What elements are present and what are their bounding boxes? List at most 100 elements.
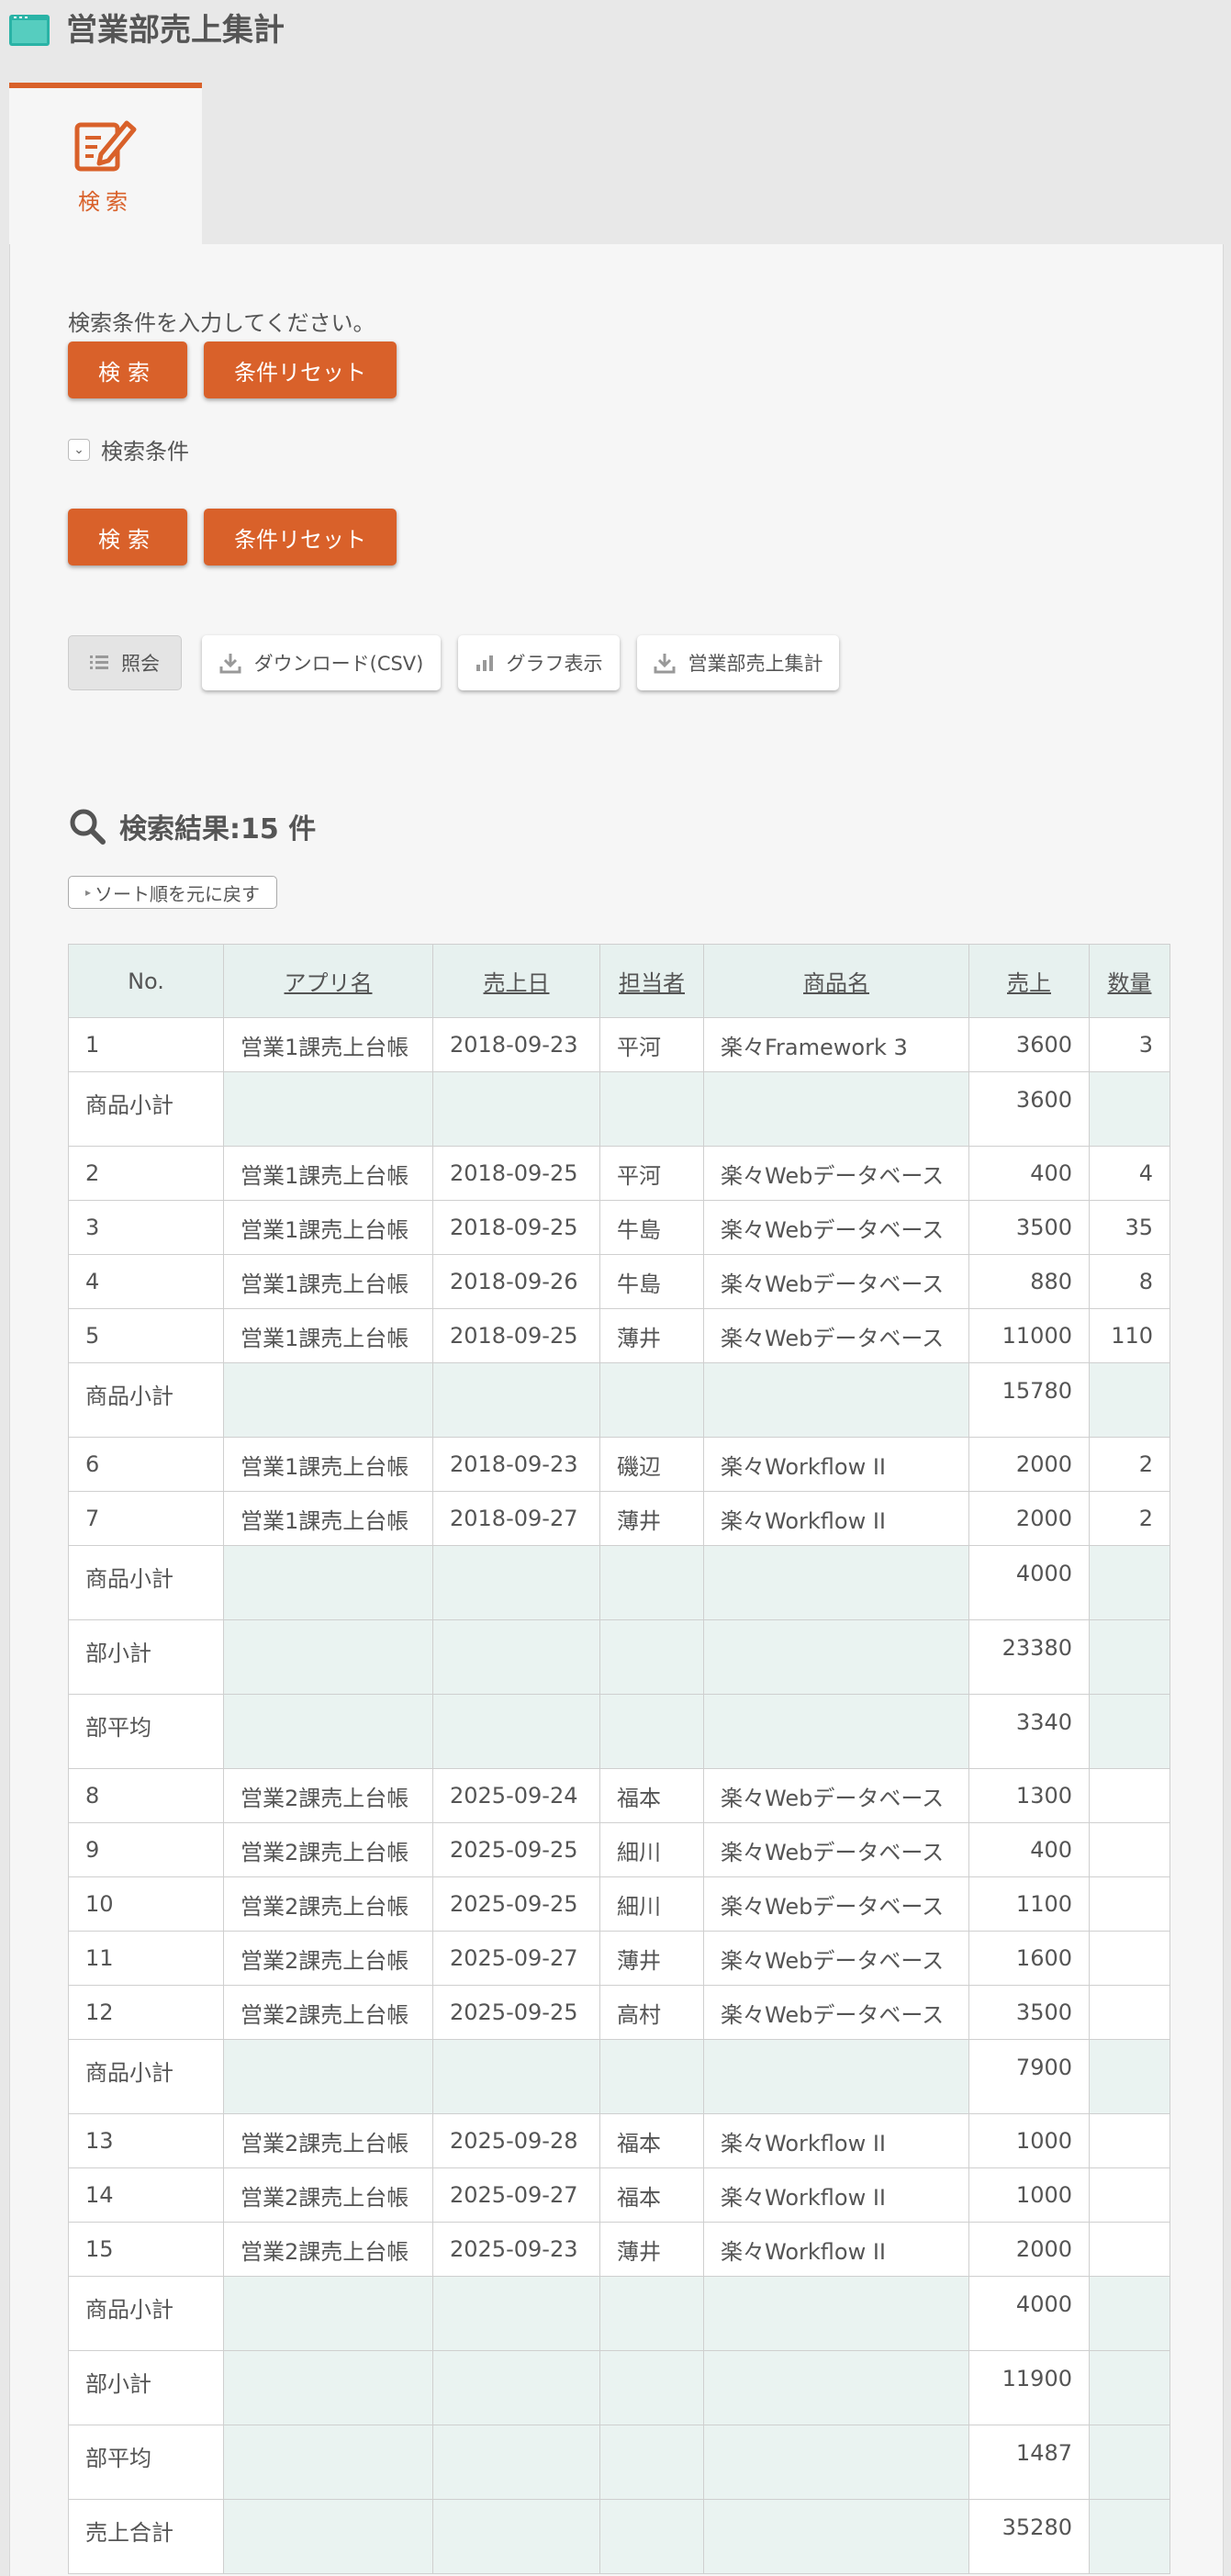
cell-sales: 3500: [968, 1985, 1090, 2040]
tab-search[interactable]: 検索: [9, 83, 202, 246]
subtotal-row: 部平均 3340: [68, 1694, 1170, 1769]
page-title: 営業部売上集計: [66, 12, 285, 49]
cell-app: 営業1課売上台帳: [223, 1254, 433, 1309]
tab-search-label: 検索: [78, 189, 133, 215]
table-row: 15 営業2課売上台帳 2025-09-23 薄井 楽々Workflow II 2000: [68, 2222, 1170, 2277]
cell-app: 営業1課売上台帳: [223, 1200, 433, 1255]
subtotal-empty-cell: [1089, 2276, 1170, 2351]
table-header-row: No. アプリ名 売上日 担当者 商品名 売上 数量: [68, 944, 1170, 1018]
subtotal-empty-cell: [703, 2276, 969, 2351]
subtotal-empty-cell: [599, 1362, 704, 1438]
cell-date: 2025-09-24: [432, 1768, 600, 1823]
cell-person: 福本: [599, 2113, 704, 2168]
sort-reset-button[interactable]: ▸ ソート順を元に戻す: [68, 876, 277, 909]
column-header-date[interactable]: 売上日: [432, 944, 600, 1018]
cell-date: 2018-09-26: [432, 1254, 600, 1309]
cell-qty: [1089, 1822, 1170, 1877]
cell-app: 営業1課売上台帳: [223, 1146, 433, 1201]
cell-person: 福本: [599, 2167, 704, 2223]
search-button[interactable]: 検索: [68, 342, 187, 398]
cell-no: 1: [68, 1017, 224, 1072]
column-header-app[interactable]: アプリ名: [223, 944, 433, 1018]
subtotal-empty-cell: [432, 2276, 600, 2351]
table-row: 5 営業1課売上台帳 2018-09-25 薄井 楽々Webデータベース 11000 110: [68, 1308, 1170, 1363]
subtotal-empty-cell: [703, 1071, 969, 1147]
subtotal-empty-cell: [599, 2499, 704, 2574]
subtotal-empty-cell: [432, 1694, 600, 1769]
cell-product: 楽々Workflow II: [703, 1491, 969, 1546]
subtotal-empty-cell: [1089, 1619, 1170, 1695]
subtotal-empty-cell: [1089, 1694, 1170, 1769]
search-conditions-toggle[interactable]: ⌄ 検索条件: [68, 433, 189, 465]
subtotal-empty-cell: [599, 1619, 704, 1695]
download-csv-button[interactable]: ダウンロード(CSV): [202, 635, 441, 690]
cell-app: 営業1課売上台帳: [223, 1017, 433, 1072]
subtotal-empty-cell: [1089, 1545, 1170, 1620]
search-button-bottom[interactable]: 検索: [68, 509, 187, 566]
cell-sales: 1600: [968, 1931, 1090, 1986]
cell-date: 2018-09-25: [432, 1200, 600, 1255]
column-header-product[interactable]: 商品名: [703, 944, 969, 1018]
cell-app: 営業2課売上台帳: [223, 1985, 433, 2040]
view-button[interactable]: 照会: [68, 635, 182, 690]
cell-person: 磯辺: [599, 1437, 704, 1492]
cell-no: 8: [68, 1768, 224, 1823]
cell-sales: 1000: [968, 2113, 1090, 2168]
cell-product: 楽々Webデータベース: [703, 1768, 969, 1823]
graph-button[interactable]: グラフ表示: [458, 635, 620, 690]
subtotal-row: 商品小計 4000: [68, 2276, 1170, 2351]
cell-sales: 1000: [968, 2167, 1090, 2223]
subtotal-label: 部平均: [68, 2425, 224, 2500]
subtotal-empty-cell: [223, 1545, 433, 1620]
column-header-sales[interactable]: 売上: [968, 944, 1090, 1018]
cell-date: 2025-09-25: [432, 1822, 600, 1877]
subtotal-empty-cell: [432, 2039, 600, 2114]
subtotal-empty-cell: [432, 1619, 600, 1695]
cell-no: 6: [68, 1437, 224, 1492]
cell-no: 10: [68, 1876, 224, 1932]
subtotal-row: 商品小計 4000: [68, 1545, 1170, 1620]
cell-product: 楽々Webデータベース: [703, 1308, 969, 1363]
cell-no: 14: [68, 2167, 224, 2223]
cell-product: 楽々Webデータベース: [703, 1931, 969, 1986]
table-row: 12 営業2課売上台帳 2025-09-25 高村 楽々Webデータベース 3500: [68, 1985, 1170, 2040]
subtotal-sales: 35280: [968, 2499, 1090, 2574]
cell-date: 2018-09-23: [432, 1017, 600, 1072]
cell-qty: 3: [1089, 1017, 1170, 1072]
cell-product: 楽々Webデータベース: [703, 1146, 969, 1201]
list-icon: [90, 655, 108, 669]
summary-download-button[interactable]: 営業部売上集計: [637, 635, 839, 690]
subtotal-empty-cell: [703, 2499, 969, 2574]
cell-date: 2025-09-27: [432, 1931, 600, 1986]
subtotal-label: 商品小計: [68, 2039, 224, 2114]
subtotal-empty-cell: [1089, 2039, 1170, 2114]
cell-app: 営業1課売上台帳: [223, 1437, 433, 1492]
subtotal-row: 部小計 23380: [68, 1619, 1170, 1695]
column-header-qty[interactable]: 数量: [1089, 944, 1170, 1018]
subtotal-label: 商品小計: [68, 1362, 224, 1438]
cell-person: 福本: [599, 1768, 704, 1823]
table-row: 4 営業1課売上台帳 2018-09-26 牛島 楽々Webデータベース 880 8: [68, 1254, 1170, 1309]
reset-button[interactable]: 条件リセット: [204, 342, 397, 398]
subtotal-row: 商品小計 3600: [68, 1071, 1170, 1147]
result-count: 検索結果:15 件: [119, 813, 317, 846]
cell-sales: 400: [968, 1146, 1090, 1201]
search-icon: [70, 809, 106, 845]
reset-button-bottom[interactable]: 条件リセット: [204, 509, 397, 566]
table-row: 6 営業1課売上台帳 2018-09-23 磯辺 楽々Workflow II 2000 2: [68, 1437, 1170, 1492]
cell-date: 2025-09-25: [432, 1876, 600, 1932]
subtotal-label: 商品小計: [68, 2276, 224, 2351]
table-row: 13 営業2課売上台帳 2025-09-28 福本 楽々Workflow II 1000: [68, 2113, 1170, 2168]
cell-sales: 400: [968, 1822, 1090, 1877]
app-header: 営業部売上集計: [0, 0, 1231, 64]
table-row: 14 営業2課売上台帳 2025-09-27 福本 楽々Workflow II 1000: [68, 2167, 1170, 2223]
subtotal-empty-cell: [599, 2350, 704, 2425]
cell-app: 営業2課売上台帳: [223, 2113, 433, 2168]
search-hint: 検索条件を入力してください。: [68, 310, 375, 336]
column-header-person[interactable]: 担当者: [599, 944, 704, 1018]
cell-qty: [1089, 2113, 1170, 2168]
cell-product: 楽々Webデータベース: [703, 1200, 969, 1255]
subtotal-empty-cell: [599, 2039, 704, 2114]
subtotal-row: 商品小計 7900: [68, 2039, 1170, 2114]
cell-date: 2018-09-27: [432, 1491, 600, 1546]
